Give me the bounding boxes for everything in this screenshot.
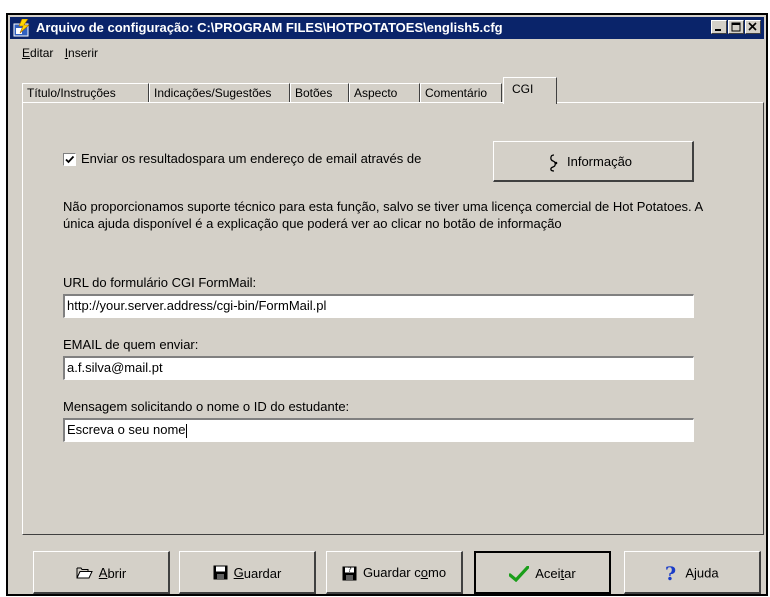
cgi-tab-panel: Enviar os resultadospara um endereço de … [22, 102, 764, 535]
open-rest: brir [107, 565, 127, 581]
floppy-disk-icon [213, 565, 228, 580]
accept-button[interactable]: Aceitar [474, 551, 611, 594]
close-icon [748, 22, 757, 31]
config-window: Arquivo de configuração: C:\PROGRAM FILE… [6, 13, 768, 596]
text-caret [185, 423, 187, 438]
hotpotatoes-app-icon [13, 19, 30, 37]
title-bar[interactable]: Arquivo de configuração: C:\PROGRAM FILE… [10, 17, 764, 39]
accept-mnemonic: t [560, 566, 565, 582]
email-field[interactable]: a.f.silva@mail.pt [63, 356, 694, 380]
menu-inserir[interactable]: Inserir [65, 46, 98, 60]
menu-editar-mnemonic: E [22, 46, 31, 60]
url-field-label: URL do formulário CGI FormMail: [63, 275, 257, 290]
green-check-icon [508, 564, 530, 582]
window-title: Arquivo de configuração: C:\PROGRAM FILE… [36, 20, 503, 35]
svg-text:?: ? [665, 564, 676, 582]
save-as-button[interactable]: ? Guardar como [326, 551, 463, 594]
help-question-icon: ? [665, 563, 676, 585]
save-as-mnemonic: o [420, 565, 428, 581]
folder-open-icon [76, 567, 93, 579]
send-results-checkbox[interactable] [63, 153, 76, 166]
tab-aspecto[interactable]: Aspecto [349, 83, 420, 102]
accept-button-label: Aceitar [535, 566, 576, 582]
save-rest: uardar [243, 565, 282, 581]
tab-botoes[interactable]: Botões [290, 83, 349, 102]
help-button-label: Ajuda [685, 565, 719, 581]
open-button[interactable]: Abrir [33, 551, 170, 594]
svg-text:?: ? [348, 566, 352, 574]
information-button[interactable]: Informação [493, 141, 694, 182]
tab-cgi[interactable]: CGI [503, 77, 557, 104]
menu-editar[interactable]: Editar [22, 46, 53, 60]
help-mnemonic: j [694, 565, 697, 581]
send-results-label[interactable]: Enviar os resultadospara um endereço de … [81, 151, 421, 166]
save-button[interactable]: Guardar [179, 551, 316, 594]
tab-comentario[interactable]: Comentário [420, 83, 502, 102]
message-field-value: Escreva o seu nome [67, 422, 186, 437]
save-button-label: Guardar [233, 564, 282, 581]
menu-inserir-rest: nserir [68, 46, 99, 60]
tab-indicacoes-sugestoes[interactable]: Indicações/Sugestões [149, 83, 290, 102]
url-field[interactable]: http://your.server.address/cgi-bin/FormM… [63, 294, 694, 318]
help-button[interactable]: ? Ajuda [624, 551, 761, 594]
email-field-value: a.f.silva@mail.pt [67, 360, 163, 375]
maximize-button[interactable] [728, 20, 744, 34]
minimize-button[interactable] [711, 20, 727, 34]
message-field[interactable]: Escreva o seu nome [63, 418, 694, 442]
save-mnemonic: G [233, 564, 244, 580]
tab-titulo-instrucoes[interactable]: Título/Instruções [22, 83, 149, 102]
checkmark-icon [65, 155, 75, 164]
info-link-icon [550, 154, 558, 172]
message-field-label: Mensagem solicitando o nome o ID do estu… [63, 399, 350, 414]
open-button-label: Abrir [99, 565, 127, 581]
support-notice: Não proporcionamos suporte técnico para … [63, 199, 703, 231]
minimize-icon [715, 29, 721, 31]
information-label: Informação [567, 154, 633, 169]
save-as-button-label: Guardar como [362, 565, 447, 581]
email-field-label: EMAIL de quem enviar: [63, 337, 199, 352]
close-button[interactable] [745, 20, 761, 34]
url-field-value: http://your.server.address/cgi-bin/FormM… [67, 298, 327, 313]
maximize-icon [731, 22, 741, 32]
save-as-icon: ? [342, 566, 357, 581]
menu-editar-rest: ditar [30, 46, 54, 60]
menu-bar: Editar Inserir [22, 46, 106, 62]
